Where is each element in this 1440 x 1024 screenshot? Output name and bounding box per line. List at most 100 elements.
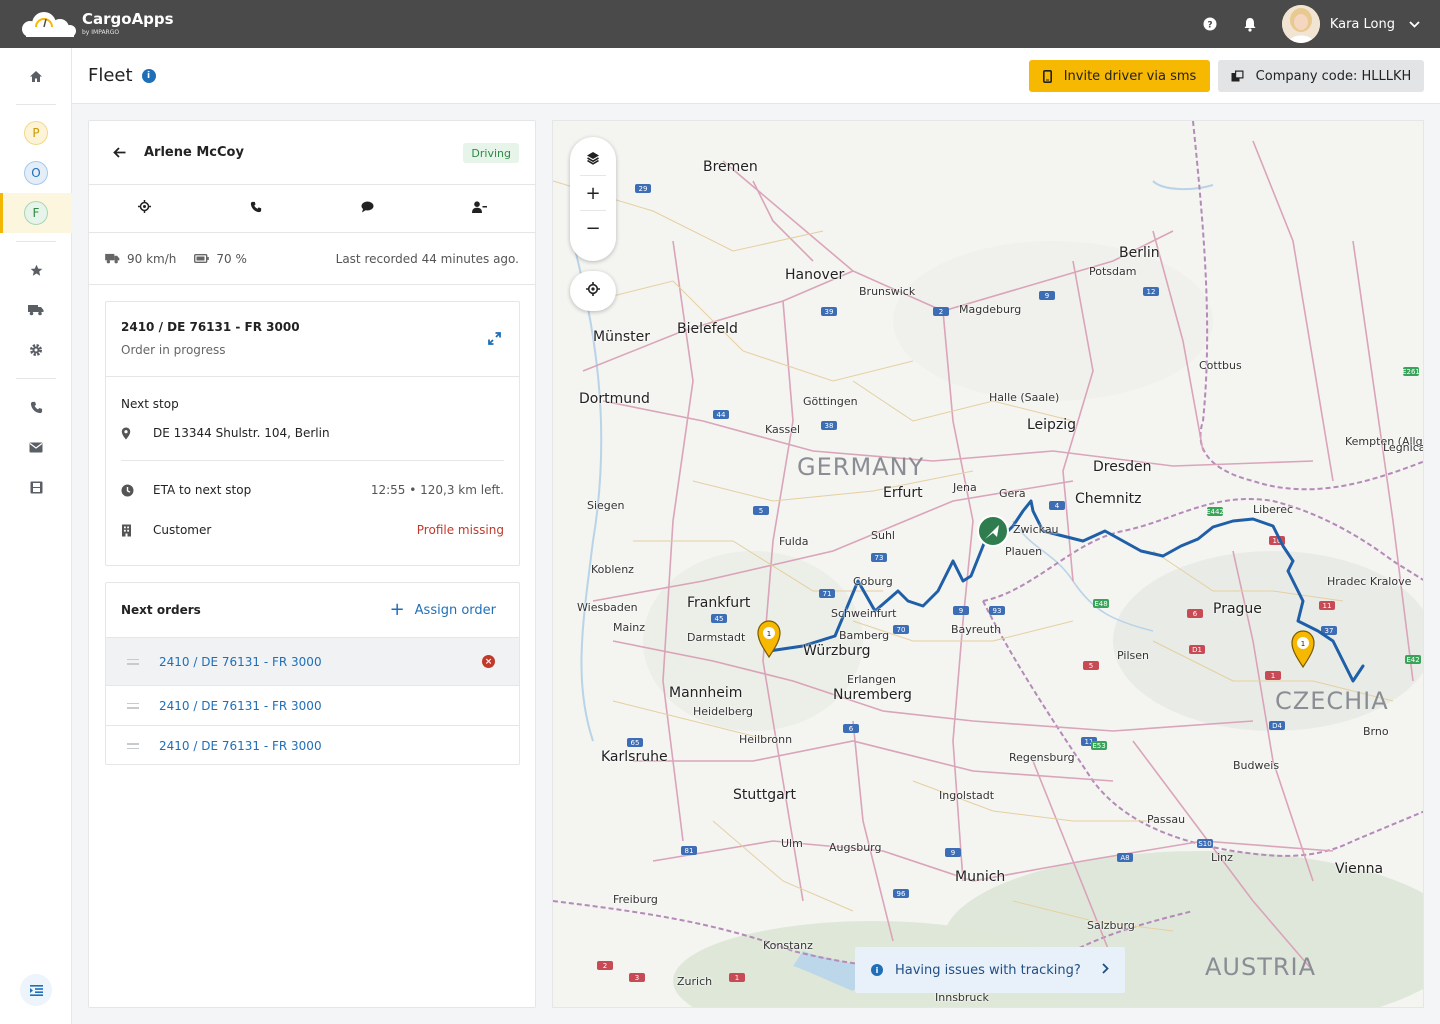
- next-order-label[interactable]: 2410 / DE 76131 - FR 3000: [159, 655, 322, 669]
- company-code-label: Company code: HLLLKH: [1255, 68, 1412, 84]
- zoom-out-button[interactable]: −: [570, 211, 616, 245]
- map-city-label: Chemnitz: [1075, 491, 1142, 507]
- next-stop-label: Next stop: [121, 397, 179, 411]
- divider: [121, 460, 504, 461]
- building-icon: [121, 524, 143, 537]
- call-driver-button[interactable]: [201, 185, 313, 232]
- current-order-card: 2410 / DE 76131 - FR 3000 Order in progr…: [105, 301, 520, 566]
- back-arrow-icon[interactable]: [113, 147, 126, 158]
- speed-value: 90 km/h: [127, 251, 177, 266]
- svg-text:11: 11: [1323, 602, 1332, 610]
- app-subtitle: by IMPARGO: [82, 29, 120, 36]
- sidebar-letter-o: O: [24, 161, 48, 185]
- map-city-label: Budweis: [1233, 759, 1280, 772]
- layers-icon[interactable]: [570, 141, 616, 175]
- map-city-label: Konstanz: [763, 939, 813, 952]
- svg-text:D4: D4: [1272, 722, 1282, 730]
- drag-handle-icon[interactable]: [127, 702, 139, 709]
- expand-icon[interactable]: [488, 332, 501, 349]
- svg-text:E53: E53: [1092, 742, 1105, 750]
- page-header: Fleet i Invite driver via sms Company co…: [72, 48, 1440, 104]
- map-city-label: Passau: [1147, 813, 1186, 826]
- tracking-issues-banner[interactable]: i Having issues with tracking?: [855, 947, 1125, 993]
- map-city-label: Freiburg: [613, 893, 658, 906]
- next-order-label[interactable]: 2410 / DE 76131 - FR 3000: [159, 739, 322, 753]
- sidebar-letter-f: F: [24, 201, 48, 225]
- map-city-label: Ulm: [781, 837, 803, 850]
- chevron-down-icon[interactable]: [1409, 17, 1420, 32]
- map-city-label: Heidelberg: [693, 705, 753, 718]
- eta-label: ETA to next stop: [153, 483, 252, 497]
- star-icon[interactable]: [0, 250, 72, 290]
- sidebar-item-o[interactable]: O: [0, 153, 72, 193]
- drag-handle-icon[interactable]: [127, 743, 139, 749]
- svg-text:E42: E42: [1406, 656, 1419, 664]
- info-icon[interactable]: i: [141, 68, 156, 83]
- collapse-sidebar-icon[interactable]: [20, 974, 52, 1006]
- svg-text:12: 12: [1147, 288, 1156, 296]
- sidebar-item-p[interactable]: P: [0, 113, 72, 153]
- user-avatar[interactable]: [1281, 5, 1320, 43]
- list-item[interactable]: 2410 / DE 76131 - FR 3000: [106, 686, 519, 726]
- battery-icon: [194, 254, 210, 263]
- map-city-label: Frankfurt: [687, 595, 751, 611]
- map-city-label: Würzburg: [803, 643, 871, 659]
- driver-name: Arlene McCoy: [144, 145, 244, 160]
- vehicle-location-marker[interactable]: [977, 515, 1009, 547]
- list-item[interactable]: 2410 / DE 76131 - FR 3000 ×: [106, 638, 519, 686]
- svg-text:E261: E261: [1402, 368, 1420, 376]
- person-remove-icon: [471, 200, 487, 217]
- user-name[interactable]: Kara Long: [1330, 17, 1395, 32]
- map-city-label: Bamberg: [839, 629, 890, 642]
- unassign-driver-button[interactable]: [424, 185, 536, 232]
- svg-text:9: 9: [1045, 292, 1049, 300]
- map-city-label: Ingolstadt: [939, 789, 995, 802]
- customer-profile-missing[interactable]: Profile missing: [417, 523, 504, 537]
- battery-value: 70 %: [216, 251, 247, 266]
- svg-text:6: 6: [1193, 610, 1198, 618]
- assign-order-button[interactable]: + Assign order: [390, 601, 496, 619]
- help-icon[interactable]: ?: [1190, 0, 1230, 48]
- gear-icon[interactable]: [0, 330, 72, 370]
- truck-icon[interactable]: [0, 290, 72, 330]
- next-orders-card: Next orders + Assign order 2410 / DE 761…: [105, 582, 520, 765]
- map-city-label: Liberec: [1253, 503, 1294, 516]
- map-city-label: Bremen: [703, 159, 758, 175]
- home-icon[interactable]: [0, 56, 72, 96]
- sidebar-item-f[interactable]: F: [0, 193, 72, 233]
- locate-driver-button[interactable]: [89, 185, 201, 232]
- remove-order-icon[interactable]: ×: [482, 655, 495, 668]
- next-order-label[interactable]: 2410 / DE 76131 - FR 3000: [159, 699, 322, 713]
- order-number[interactable]: 2410 / DE 76131 - FR 3000: [121, 320, 504, 334]
- drag-handle-icon[interactable]: [127, 658, 139, 665]
- map-city-label: Brno: [1363, 725, 1389, 738]
- svg-text:96: 96: [897, 890, 906, 898]
- svg-text:44: 44: [717, 411, 726, 419]
- film-icon[interactable]: [0, 467, 72, 507]
- bell-icon[interactable]: [1230, 0, 1270, 48]
- svg-text:?: ?: [1207, 21, 1212, 31]
- svg-text:2: 2: [939, 308, 943, 316]
- map-city-label: Schweinfurt: [831, 607, 897, 620]
- company-code-button[interactable]: Company code: HLLLKH: [1218, 60, 1424, 92]
- message-driver-button[interactable]: [312, 185, 424, 232]
- mail-icon[interactable]: [0, 427, 72, 467]
- map-city-label: Halle (Saale): [989, 391, 1060, 404]
- svg-text:E442: E442: [1206, 508, 1224, 516]
- driver-metrics: 90 km/h 70 % Last recorded 44 minutes ag…: [89, 233, 535, 285]
- map-city-label: Göttingen: [803, 395, 858, 408]
- map-city-label: Pilsen: [1117, 649, 1149, 662]
- recenter-button[interactable]: [570, 271, 616, 311]
- svg-text:71: 71: [823, 590, 832, 598]
- zoom-in-button[interactable]: +: [570, 176, 616, 210]
- map[interactable]: 29 39 2 9 12 44 38 4 5 73 71 45 9 93 70 …: [552, 120, 1424, 1008]
- app-logo[interactable]: CargoApps by IMPARGO: [18, 9, 174, 39]
- eta-row: ETA to next stop 12:55 • 120,3 km left.: [121, 483, 504, 497]
- map-city-label: Linz: [1211, 851, 1233, 864]
- phone-icon[interactable]: [0, 387, 72, 427]
- list-item[interactable]: 2410 / DE 76131 - FR 3000: [106, 726, 519, 766]
- info-icon: i: [871, 964, 883, 976]
- chat-bubble-icon: [361, 201, 374, 217]
- invite-driver-button[interactable]: Invite driver via sms: [1029, 60, 1210, 92]
- svg-text:E48: E48: [1094, 600, 1107, 608]
